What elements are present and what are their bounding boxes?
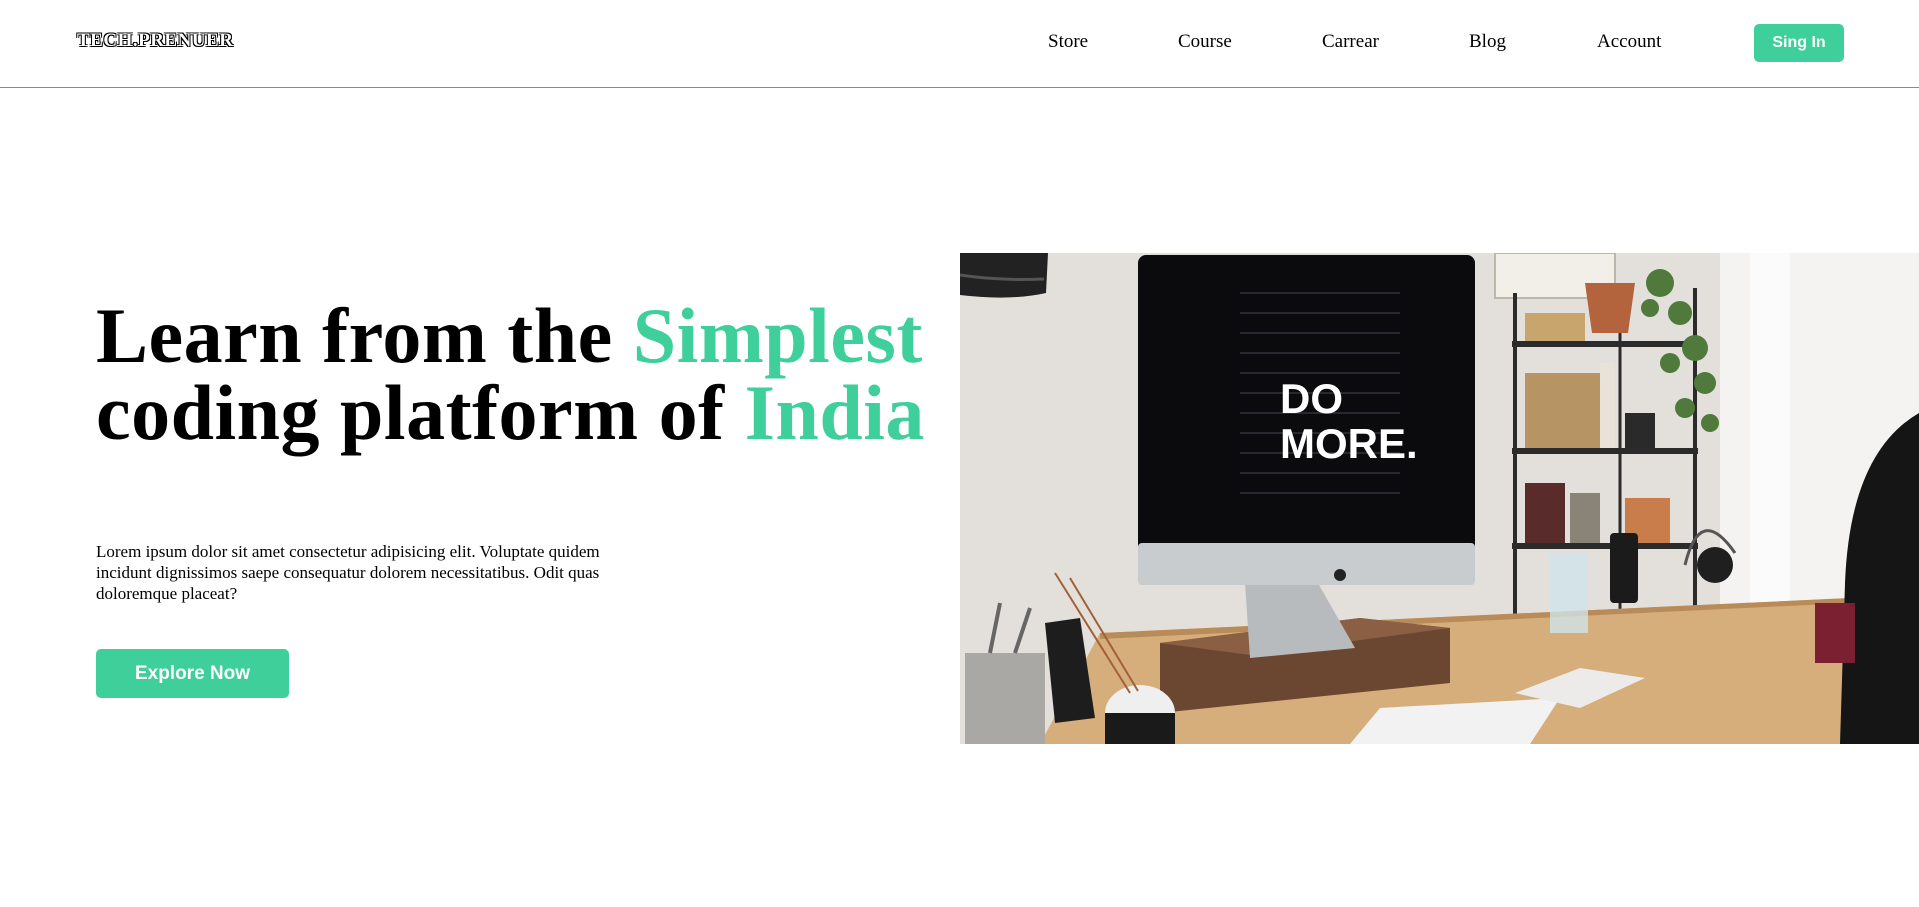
sign-in-button[interactable]: Sing In <box>1754 24 1844 62</box>
nav-link-blog[interactable]: Blog <box>1469 31 1506 53</box>
hero-title-accent-simplest: Simplest <box>632 292 923 379</box>
hero-title-part2: coding platform of <box>96 369 745 456</box>
site-logo[interactable]: TECH.PRENUER <box>77 30 233 52</box>
nav-link-carrear[interactable]: Carrear <box>1322 31 1379 53</box>
hero-image: DO MORE. <box>960 253 1919 744</box>
desk-photo-illustration: DO MORE. <box>960 253 1919 744</box>
explore-now-button[interactable]: Explore Now <box>96 649 289 698</box>
nav-link-course[interactable]: Course <box>1178 31 1232 53</box>
hero-title: Learn from the Simplest coding platform … <box>96 297 936 452</box>
hero-description: Lorem ipsum dolor sit amet consectetur a… <box>96 542 600 603</box>
screen-text-line1: DO <box>1280 375 1343 422</box>
hero-title-accent-india: India <box>744 369 925 456</box>
nav-link-store[interactable]: Store <box>1048 31 1088 53</box>
hero-title-part1: Learn from the <box>96 292 633 379</box>
nav-link-account[interactable]: Account <box>1597 31 1661 53</box>
screen-text-line2: MORE. <box>1280 420 1418 467</box>
navbar: TECH.PRENUER Store Course Carrear Blog A… <box>0 0 1919 88</box>
